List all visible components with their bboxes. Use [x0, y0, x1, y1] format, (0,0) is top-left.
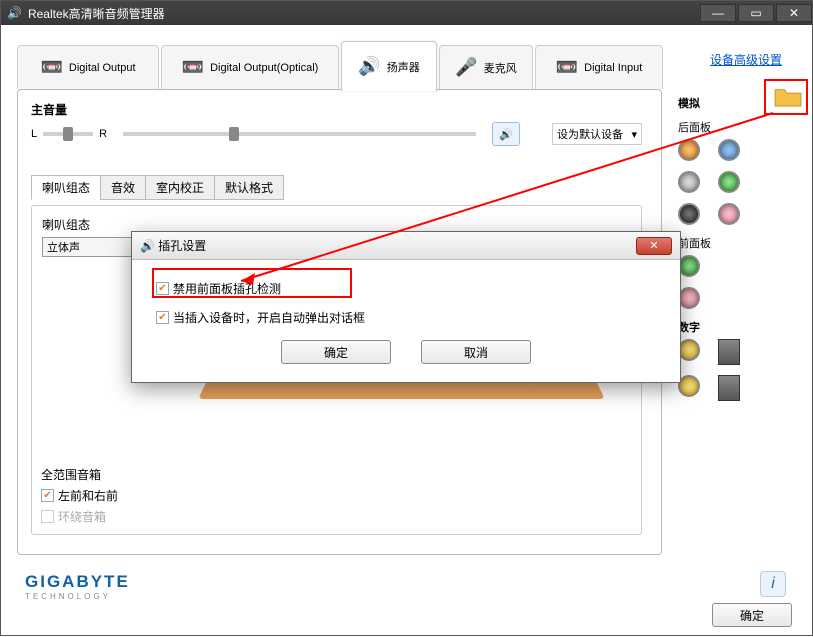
checkbox-front-lr[interactable]: ✔左前和右前: [41, 487, 118, 504]
spdif-out[interactable]: [718, 339, 740, 365]
brand-logo: GIGABYTE TECHNOLOGY: [25, 572, 130, 601]
volume-label: 主音量: [31, 101, 642, 118]
speaker-icon: 🔊: [358, 56, 380, 77]
speaker-icon: 🔊: [7, 6, 22, 20]
checkbox-icon: ✔: [156, 282, 169, 295]
full-range-group: 全范围音箱 ✔左前和右前 环绕音箱: [41, 466, 118, 525]
jack-panel: 模拟 后面板 前面板 数字: [678, 95, 798, 555]
tab-digital-output-optical[interactable]: 📼Digital Output(Optical): [161, 45, 339, 89]
analog-label: 模拟: [678, 98, 700, 110]
checkbox-icon: ✔: [41, 489, 54, 502]
connector-settings-dialog: 🔊 插孔设置 ✕ ✔禁用前面板插孔检测 ✔当插入设备时，开启自动弹出对话框 确定…: [131, 231, 681, 383]
jack-rear-grey[interactable]: [678, 171, 700, 193]
jack-rear-orange[interactable]: [678, 139, 700, 161]
subtab-room-correction[interactable]: 室内校正: [145, 175, 215, 200]
device-icon: 📼: [182, 57, 204, 78]
rear-panel-label: 后面板: [678, 119, 798, 135]
subtab-speaker-config[interactable]: 喇叭组态: [31, 175, 101, 200]
front-jacks: [678, 255, 798, 309]
maximize-button[interactable]: ▭: [738, 4, 774, 22]
device-icon: 📼: [556, 57, 578, 78]
minimize-button[interactable]: —: [700, 4, 736, 22]
jack-digital-out[interactable]: [678, 339, 700, 361]
jack-digital-in[interactable]: [678, 375, 700, 397]
info-button[interactable]: i: [760, 571, 786, 597]
front-panel-label: 前面板: [678, 235, 798, 251]
sub-tabs: 喇叭组态 音效 室内校正 默认格式: [31, 175, 283, 200]
balance-right-label: R: [99, 128, 107, 140]
jack-front-pink[interactable]: [678, 287, 700, 309]
balance-slider[interactable]: [43, 132, 93, 136]
titlebar: 🔊 Realtek高清晰音频管理器 — ▭ ✕: [1, 1, 812, 25]
set-default-dropdown[interactable]: 设为默认设备▾: [552, 123, 642, 145]
subtab-default-format[interactable]: 默认格式: [214, 175, 284, 200]
checkbox-icon: ✔: [156, 311, 169, 324]
speaker-icon: 🔊: [140, 239, 155, 253]
checkbox-disable-front-detect[interactable]: ✔禁用前面板插孔检测: [156, 280, 656, 297]
digital-label: 数字: [678, 319, 798, 335]
device-tabs: 📼Digital Output 📼Digital Output(Optical)…: [17, 45, 662, 95]
checkbox-icon: [41, 510, 54, 523]
tab-microphone[interactable]: 🎤麦克风: [439, 45, 533, 89]
digital-jacks: [678, 339, 798, 401]
jack-rear-blue[interactable]: [718, 139, 740, 161]
tab-digital-output[interactable]: 📼Digital Output: [17, 45, 159, 89]
dialog-close-button[interactable]: ✕: [636, 237, 672, 255]
tab-digital-input[interactable]: 📼Digital Input: [535, 45, 663, 89]
close-button[interactable]: ✕: [776, 4, 812, 22]
advanced-settings-link[interactable]: 设备高级设置: [710, 51, 782, 68]
mic-icon: 🎤: [455, 57, 477, 78]
checkbox-surround: 环绕音箱: [41, 508, 118, 525]
rear-jacks: [678, 139, 798, 225]
tab-speakers[interactable]: 🔊扬声器: [341, 41, 437, 91]
full-range-title: 全范围音箱: [41, 466, 118, 483]
mute-button[interactable]: 🔊: [492, 122, 520, 146]
jack-rear-black[interactable]: [678, 203, 700, 225]
spdif-in[interactable]: [718, 375, 740, 401]
dialog-titlebar: 🔊 插孔设置 ✕: [132, 232, 680, 260]
volume-slider[interactable]: [123, 132, 476, 136]
connector-settings-button[interactable]: [774, 85, 802, 107]
jack-front-green[interactable]: [678, 255, 700, 277]
chevron-down-icon: ▾: [631, 128, 637, 141]
sound-icon: 🔊: [499, 128, 513, 141]
jack-rear-pink[interactable]: [718, 203, 740, 225]
volume-section: 主音量 L R 🔊 设为默认设备▾: [31, 101, 642, 146]
dialog-title: 插孔设置: [158, 237, 206, 254]
balance-left-label: L: [31, 128, 37, 140]
dialog-cancel-button[interactable]: 取消: [421, 340, 531, 364]
ok-button[interactable]: 确定: [712, 603, 792, 627]
subtab-sound-effect[interactable]: 音效: [100, 175, 146, 200]
checkbox-auto-popup[interactable]: ✔当插入设备时，开启自动弹出对话框: [156, 309, 656, 326]
window-title: Realtek高清晰音频管理器: [28, 5, 165, 22]
jack-rear-green[interactable]: [718, 171, 740, 193]
dialog-ok-button[interactable]: 确定: [281, 340, 391, 364]
device-icon: 📼: [40, 57, 62, 78]
